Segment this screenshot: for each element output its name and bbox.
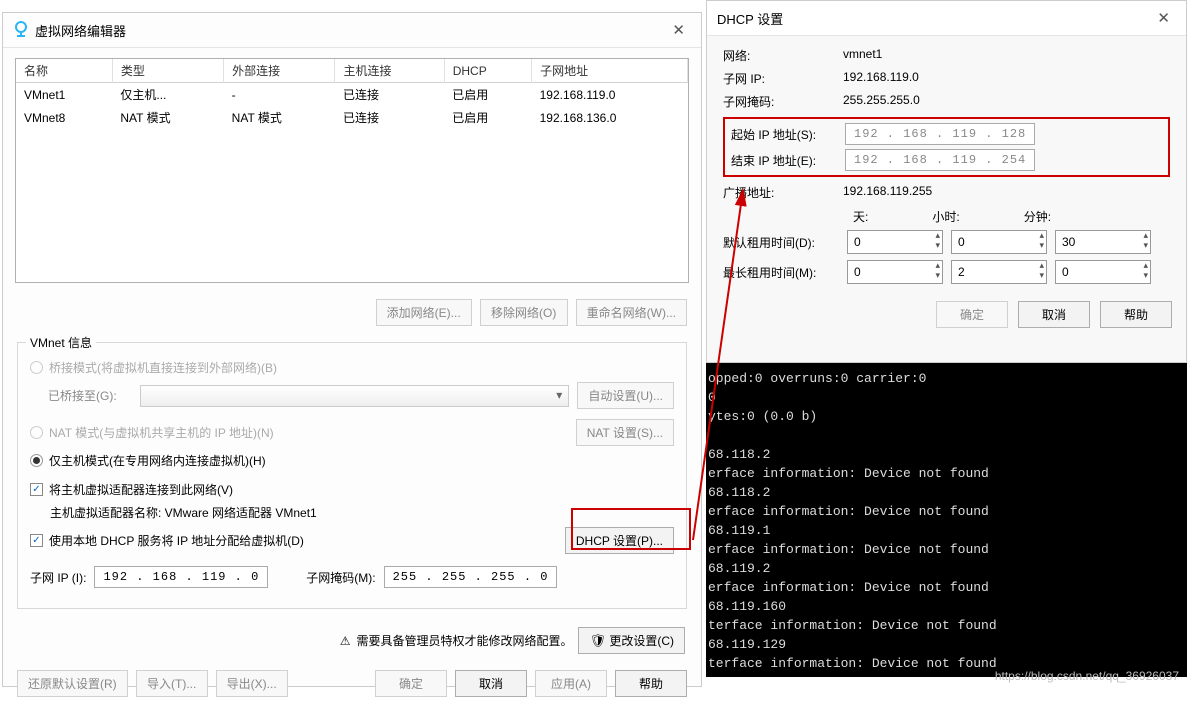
- app-icon: [13, 21, 29, 40]
- column-header[interactable]: 子网地址: [532, 59, 688, 83]
- bottom-buttons: 还原默认设置(R) 导入(T)... 导出(X)... 确定 取消 应用(A) …: [3, 662, 701, 705]
- time-header: 天: 小时: 分钟:: [707, 204, 1186, 227]
- max-mins-spin[interactable]: 0: [1055, 260, 1151, 284]
- remove-network-button[interactable]: 移除网络(O): [480, 299, 568, 326]
- checkbox-icon: ✓: [30, 534, 43, 547]
- warning-icon: ⚠: [340, 634, 351, 648]
- window-title: 虚拟网络编辑器: [35, 21, 126, 40]
- network-table-buttons: 添加网络(E)... 移除网络(O) 重命名网络(W)...: [3, 293, 701, 332]
- max-hours-spin[interactable]: 2: [951, 260, 1047, 284]
- shield-icon: 🛡: [589, 633, 606, 648]
- start-ip-input[interactable]: 192 . 168 . 119 . 128: [845, 123, 1035, 145]
- column-header[interactable]: DHCP: [444, 59, 531, 83]
- virtual-network-editor-window: 虚拟网络编辑器 ✕ 名称类型外部连接主机连接DHCP子网地址 VMnet1仅主机…: [2, 12, 702, 687]
- dialog-buttons: 确定 取消 帮助: [707, 287, 1186, 342]
- max-days-spin[interactable]: 0: [847, 260, 943, 284]
- subnet-row: 子网 IP (I): 192 . 168 . 119 . 0 子网掩码(M): …: [30, 566, 674, 588]
- group-title: VMnet 信息: [26, 334, 96, 351]
- dhcp-settings-dialog: DHCP 设置 ✕ 网络:vmnet1 子网 IP:192.168.119.0 …: [706, 0, 1187, 363]
- column-header[interactable]: 名称: [16, 59, 112, 83]
- subnet-mask-input[interactable]: 255 . 255 . 255 . 0: [384, 566, 558, 588]
- dialog-title: DHCP 设置: [717, 9, 783, 28]
- radio-icon: [30, 454, 43, 467]
- nat-settings-button[interactable]: NAT 设置(S)...: [576, 419, 674, 446]
- connect-host-checkbox[interactable]: ✓ 将主机虚拟适配器连接到此网络(V): [30, 481, 674, 498]
- column-header[interactable]: 主机连接: [335, 59, 444, 83]
- cancel-button[interactable]: 取消: [455, 670, 527, 697]
- ok-button[interactable]: 确定: [375, 670, 447, 697]
- ok-button[interactable]: 确定: [936, 301, 1008, 328]
- radio-icon: [30, 426, 43, 439]
- end-ip-input[interactable]: 192 . 168 . 119 . 254: [845, 149, 1035, 171]
- help-button[interactable]: 帮助: [1100, 301, 1172, 328]
- column-header[interactable]: 外部连接: [224, 59, 335, 83]
- column-header[interactable]: 类型: [112, 59, 223, 83]
- export-button[interactable]: 导出(X)...: [216, 670, 288, 697]
- default-days-spin[interactable]: 0: [847, 230, 943, 254]
- titlebar: DHCP 设置 ✕: [707, 1, 1186, 36]
- ip-range-highlight: 起始 IP 地址(S):192 . 168 . 119 . 128 结束 IP …: [723, 117, 1170, 177]
- rename-network-button[interactable]: 重命名网络(W)...: [576, 299, 687, 326]
- close-icon[interactable]: ✕: [1151, 7, 1176, 29]
- restore-defaults-button[interactable]: 还原默认设置(R): [17, 670, 128, 697]
- dhcp-button-highlight: [571, 508, 691, 550]
- table-row[interactable]: VMnet1仅主机...-已连接已启用192.168.119.0: [16, 83, 688, 107]
- host-only-radio[interactable]: 仅主机模式(在专用网络内连接虚拟机)(H): [30, 452, 674, 469]
- default-hours-spin[interactable]: 0: [951, 230, 1047, 254]
- default-mins-spin[interactable]: 30: [1055, 230, 1151, 254]
- terminal-output: opped:0 overruns:0 carrier:0 0 ytes:0 (0…: [706, 363, 1187, 677]
- bridged-to-row: 已桥接至(G): 自动设置(U)...: [30, 382, 674, 409]
- auto-settings-button[interactable]: 自动设置(U)...: [577, 382, 674, 409]
- subnet-ip-input[interactable]: 192 . 168 . 119 . 0: [94, 566, 268, 588]
- vmnet-info-group: VMnet 信息 桥接模式(将虚拟机直接连接到外部网络)(B) 已桥接至(G):…: [17, 342, 687, 609]
- titlebar: 虚拟网络编辑器 ✕: [3, 13, 701, 48]
- watermark: https://blog.csdn.net/qq_36926037: [995, 669, 1179, 683]
- bridged-to-combo[interactable]: [140, 385, 569, 407]
- default-lease-row: 默认租用时间(D): 0 0 30: [707, 227, 1186, 257]
- table-row[interactable]: VMnet8NAT 模式NAT 模式已连接已启用192.168.136.0: [16, 106, 688, 129]
- checkbox-icon: ✓: [30, 483, 43, 496]
- close-icon[interactable]: ✕: [666, 19, 691, 41]
- bridged-radio[interactable]: 桥接模式(将虚拟机直接连接到外部网络)(B): [30, 359, 674, 376]
- nat-radio[interactable]: NAT 模式(与虚拟机共享主机的 IP 地址)(N) NAT 设置(S)...: [30, 419, 674, 446]
- admin-warning-row: ⚠ 需要具备管理员特权才能修改网络配置。 🛡 更改设置(C): [3, 619, 701, 662]
- change-settings-button[interactable]: 🛡 更改设置(C): [578, 627, 685, 654]
- networks-table: 名称类型外部连接主机连接DHCP子网地址 VMnet1仅主机...-已连接已启用…: [15, 58, 689, 283]
- help-button[interactable]: 帮助: [615, 670, 687, 697]
- cancel-button[interactable]: 取消: [1018, 301, 1090, 328]
- import-button[interactable]: 导入(T)...: [136, 670, 208, 697]
- max-lease-row: 最长租用时间(M): 0 2 0: [707, 257, 1186, 287]
- add-network-button[interactable]: 添加网络(E)...: [376, 299, 472, 326]
- radio-icon: [30, 361, 43, 374]
- apply-button[interactable]: 应用(A): [535, 670, 607, 697]
